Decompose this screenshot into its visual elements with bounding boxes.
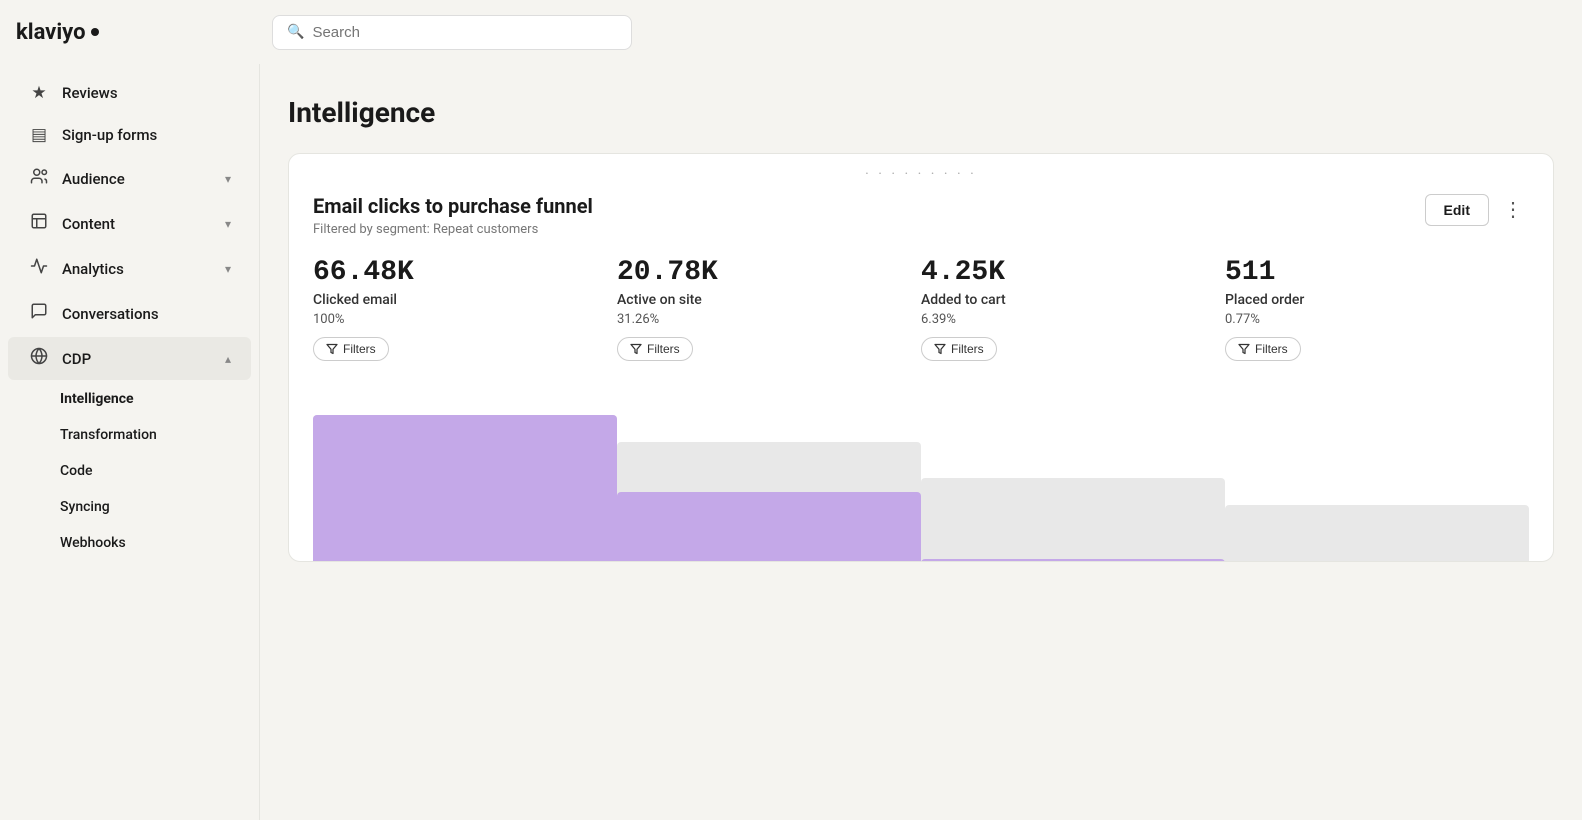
filter-icon bbox=[326, 343, 338, 355]
subitem-label: Syncing bbox=[60, 499, 110, 515]
logo-mark bbox=[91, 28, 99, 36]
sidebar-item-label: Content bbox=[62, 215, 115, 233]
widget-card: · · · · · · · · · Email clicks to purcha… bbox=[288, 153, 1554, 562]
audience-icon bbox=[28, 167, 50, 190]
funnel-bar-col bbox=[617, 377, 921, 562]
topbar: klaviyo 🔍 bbox=[0, 0, 1582, 64]
metric-value: 20.78K bbox=[617, 257, 905, 288]
metric-label: Active on site bbox=[617, 292, 905, 308]
widget-title-block: Email clicks to purchase funnel Filtered… bbox=[313, 194, 593, 237]
widget-actions: Edit ⋮ bbox=[1425, 194, 1529, 226]
funnel-bar-col bbox=[313, 377, 617, 562]
funnel-metric-col: 511 Placed order 0.77% Filters bbox=[1225, 257, 1529, 361]
sidebar-item-audience[interactable]: Audience ▾ bbox=[8, 157, 251, 200]
bar-fill bbox=[313, 415, 617, 562]
sidebar-item-label: CDP bbox=[62, 350, 91, 368]
sidebar-subitem-webhooks[interactable]: Webhooks bbox=[8, 526, 251, 560]
drag-handle[interactable]: · · · · · · · · · bbox=[289, 154, 1553, 194]
subitem-label: Transformation bbox=[60, 427, 157, 443]
sidebar-item-label: Analytics bbox=[62, 260, 124, 278]
sidebar-item-label: Sign-up forms bbox=[62, 126, 157, 144]
widget-title: Email clicks to purchase funnel bbox=[313, 194, 593, 218]
sidebar-item-reviews[interactable]: ★ Reviews bbox=[8, 73, 251, 113]
funnel-metric-col: 4.25K Added to cart 6.39% Filters bbox=[921, 257, 1225, 361]
edit-button[interactable]: Edit bbox=[1425, 194, 1489, 226]
sidebar-item-content[interactable]: Content ▾ bbox=[8, 202, 251, 245]
logo[interactable]: klaviyo bbox=[16, 20, 256, 45]
analytics-icon bbox=[28, 257, 50, 280]
funnel-bar-col bbox=[921, 377, 1225, 562]
filter-button[interactable]: Filters bbox=[313, 337, 389, 361]
form-icon: ▤ bbox=[28, 125, 50, 145]
sidebar-subitem-transformation[interactable]: Transformation bbox=[8, 418, 251, 452]
bar-background bbox=[1225, 505, 1529, 562]
subitem-label: Intelligence bbox=[60, 391, 134, 407]
filter-button[interactable]: Filters bbox=[1225, 337, 1301, 361]
filter-icon bbox=[934, 343, 946, 355]
metric-label: Placed order bbox=[1225, 292, 1513, 308]
page-title: Intelligence bbox=[288, 96, 1554, 129]
metric-value: 66.48K bbox=[313, 257, 601, 288]
widget-header: Email clicks to purchase funnel Filtered… bbox=[289, 194, 1553, 257]
metric-value: 511 bbox=[1225, 257, 1513, 288]
funnel-metrics: 66.48K Clicked email 100% Filters 20.78K… bbox=[289, 257, 1553, 361]
content-area: Intelligence · · · · · · · · · Email cli… bbox=[260, 64, 1582, 820]
content-icon bbox=[28, 212, 50, 235]
sidebar-item-analytics[interactable]: Analytics ▾ bbox=[8, 247, 251, 290]
sidebar-subitem-syncing[interactable]: Syncing bbox=[8, 490, 251, 524]
metric-pct: 100% bbox=[313, 312, 601, 327]
search-bar[interactable]: 🔍 bbox=[272, 15, 632, 50]
bar-fill bbox=[617, 492, 921, 562]
search-input[interactable] bbox=[312, 24, 617, 41]
search-icon: 🔍 bbox=[287, 24, 304, 40]
funnel-bars bbox=[289, 361, 1553, 561]
widget-subtitle: Filtered by segment: Repeat customers bbox=[313, 222, 593, 237]
main-layout: ★ Reviews ▤ Sign-up forms Audience ▾ bbox=[0, 64, 1582, 820]
sidebar-item-signup-forms[interactable]: ▤ Sign-up forms bbox=[8, 115, 251, 155]
chevron-down-icon: ▾ bbox=[225, 217, 231, 231]
filter-icon bbox=[630, 343, 642, 355]
chevron-down-icon: ▾ bbox=[225, 172, 231, 186]
subitem-label: Webhooks bbox=[60, 535, 126, 551]
logo-text: klaviyo bbox=[16, 20, 85, 45]
filter-icon bbox=[1238, 343, 1250, 355]
metric-pct: 31.26% bbox=[617, 312, 905, 327]
funnel-metric-col: 20.78K Active on site 31.26% Filters bbox=[617, 257, 921, 361]
bar-background bbox=[921, 478, 1225, 562]
metric-value: 4.25K bbox=[921, 257, 1209, 288]
filter-button[interactable]: Filters bbox=[617, 337, 693, 361]
sidebar-item-label: Conversations bbox=[62, 305, 159, 323]
conversations-icon bbox=[28, 302, 50, 325]
star-icon: ★ bbox=[28, 83, 50, 103]
sidebar-item-cdp[interactable]: CDP ▴ bbox=[8, 337, 251, 380]
metric-label: Added to cart bbox=[921, 292, 1209, 308]
metric-pct: 6.39% bbox=[921, 312, 1209, 327]
sidebar-subitem-intelligence[interactable]: Intelligence bbox=[8, 382, 251, 416]
sidebar-item-conversations[interactable]: Conversations bbox=[8, 292, 251, 335]
chevron-up-icon: ▴ bbox=[225, 352, 231, 366]
subitem-label: Code bbox=[60, 463, 92, 479]
sidebar-subitem-code[interactable]: Code bbox=[8, 454, 251, 488]
sidebar-item-label: Reviews bbox=[62, 84, 118, 102]
filter-button[interactable]: Filters bbox=[921, 337, 997, 361]
bar-fill bbox=[921, 559, 1225, 562]
sidebar-item-label: Audience bbox=[62, 170, 125, 188]
chevron-down-icon: ▾ bbox=[225, 262, 231, 276]
sidebar: ★ Reviews ▤ Sign-up forms Audience ▾ bbox=[0, 64, 260, 820]
more-options-button[interactable]: ⋮ bbox=[1497, 196, 1529, 224]
cdp-icon bbox=[28, 347, 50, 370]
funnel-bar-col bbox=[1225, 377, 1529, 562]
funnel-metric-col: 66.48K Clicked email 100% Filters bbox=[313, 257, 617, 361]
metric-pct: 0.77% bbox=[1225, 312, 1513, 327]
metric-label: Clicked email bbox=[313, 292, 601, 308]
